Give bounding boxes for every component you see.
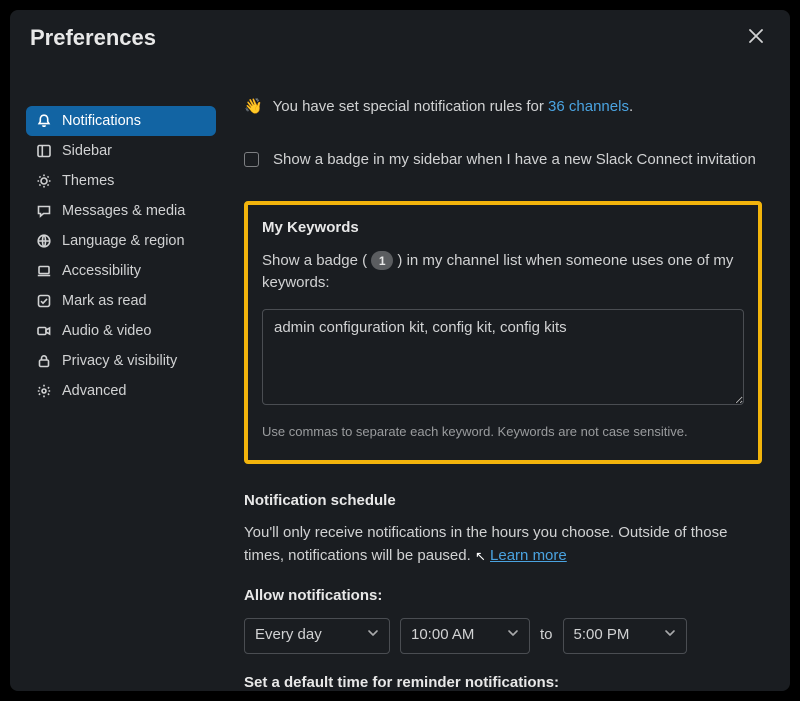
sidebar-item-audio-video[interactable]: Audio & video [26, 316, 216, 346]
schedule-description: You'll only receive notifications in the… [244, 522, 762, 567]
sidebar-item-label: Sidebar [62, 143, 112, 159]
lock-icon [36, 353, 52, 369]
to-label: to [540, 624, 553, 647]
cursor-icon: ↖ [475, 548, 486, 563]
slack-connect-badge-row: Show a badge in my sidebar when I have a… [244, 149, 762, 172]
reminder-default-label: Set a default time for reminder notifica… [244, 672, 762, 692]
allow-notifications-label: Allow notifications: [244, 585, 762, 608]
globe-icon [36, 233, 52, 249]
start-time-value: 10:00 AM [411, 624, 474, 647]
gear-icon [36, 383, 52, 399]
my-keywords-title: My Keywords [262, 217, 744, 240]
end-time-select[interactable]: 5:00 PM [563, 618, 687, 654]
preferences-modal: Preferences Notifications Sidebar Themes Me… [10, 10, 790, 691]
sidebar-item-label: Mark as read [62, 293, 147, 309]
keywords-textarea[interactable] [262, 309, 744, 405]
sidebar-item-label: Themes [62, 173, 114, 189]
sidebar-item-label: Language & region [62, 233, 185, 249]
sidebar-item-label: Advanced [62, 383, 127, 399]
modal-header: Preferences [10, 10, 790, 66]
schedule-title: Notification schedule [244, 490, 762, 513]
main-panel[interactable]: 👋 You have set special notification rule… [224, 66, 790, 691]
start-time-select[interactable]: 10:00 AM [400, 618, 530, 654]
frequency-value: Every day [255, 624, 322, 647]
modal-title: Preferences [30, 25, 156, 51]
chevron-down-icon [664, 624, 676, 647]
chevron-down-icon [367, 624, 379, 647]
sidebar-item-mark-as-read[interactable]: Mark as read [26, 286, 216, 316]
end-time-value: 5:00 PM [574, 624, 630, 647]
check-icon [36, 293, 52, 309]
sidebar-item-label: Accessibility [62, 263, 141, 279]
modal-body: Notifications Sidebar Themes Messages & med… [10, 66, 790, 691]
columns-icon [36, 143, 52, 159]
frequency-select[interactable]: Every day [244, 618, 390, 654]
message-icon [36, 203, 52, 219]
badge-example: 1 [371, 251, 393, 270]
bell-icon [36, 113, 52, 129]
keywords-hint: Use commas to separate each keyword. Key… [262, 422, 744, 442]
notification-schedule-section: Notification schedule You'll only receiv… [244, 490, 762, 692]
my-keywords-description: Show a badge ( 1 ) in my channel list wh… [262, 250, 744, 295]
sidebar-item-privacy-visibility[interactable]: Privacy & visibility [26, 346, 216, 376]
sidebar-item-advanced[interactable]: Advanced [26, 376, 216, 406]
sidebar-item-language-region[interactable]: Language & region [26, 226, 216, 256]
channels-link[interactable]: 36 channels [548, 98, 629, 115]
sidebar-item-label: Privacy & visibility [62, 353, 177, 369]
sun-icon [36, 173, 52, 189]
close-button[interactable] [742, 22, 770, 55]
sidebar-item-label: Audio & video [62, 323, 151, 339]
sidebar-item-label: Notifications [62, 113, 141, 129]
slack-connect-badge-label: Show a badge in my sidebar when I have a… [273, 149, 756, 172]
sidebar-item-sidebar[interactable]: Sidebar [26, 136, 216, 166]
sidebar-item-accessibility[interactable]: Accessibility [26, 256, 216, 286]
notice-text-after: . [629, 98, 633, 115]
video-icon [36, 323, 52, 339]
close-icon [748, 28, 764, 48]
chevron-down-icon [507, 624, 519, 647]
my-keywords-section: My Keywords Show a badge ( 1 ) in my cha… [244, 201, 762, 464]
sidebar-item-messages-media[interactable]: Messages & media [26, 196, 216, 226]
learn-more-link[interactable]: Learn more [490, 547, 567, 564]
sidebar-item-notifications[interactable]: Notifications [26, 106, 216, 136]
sidebar-item-label: Messages & media [62, 203, 185, 219]
sidebar: Notifications Sidebar Themes Messages & med… [10, 66, 224, 691]
wave-emoji: 👋 [244, 98, 263, 115]
sidebar-item-themes[interactable]: Themes [26, 166, 216, 196]
laptop-icon [36, 263, 52, 279]
notice-text-before: You have set special notification rules … [273, 98, 548, 115]
allow-notifications-row: Every day 10:00 AM to 5:00 PM [244, 618, 762, 654]
special-rules-notice: 👋 You have set special notification rule… [244, 96, 762, 119]
slack-connect-badge-checkbox[interactable] [244, 152, 259, 167]
